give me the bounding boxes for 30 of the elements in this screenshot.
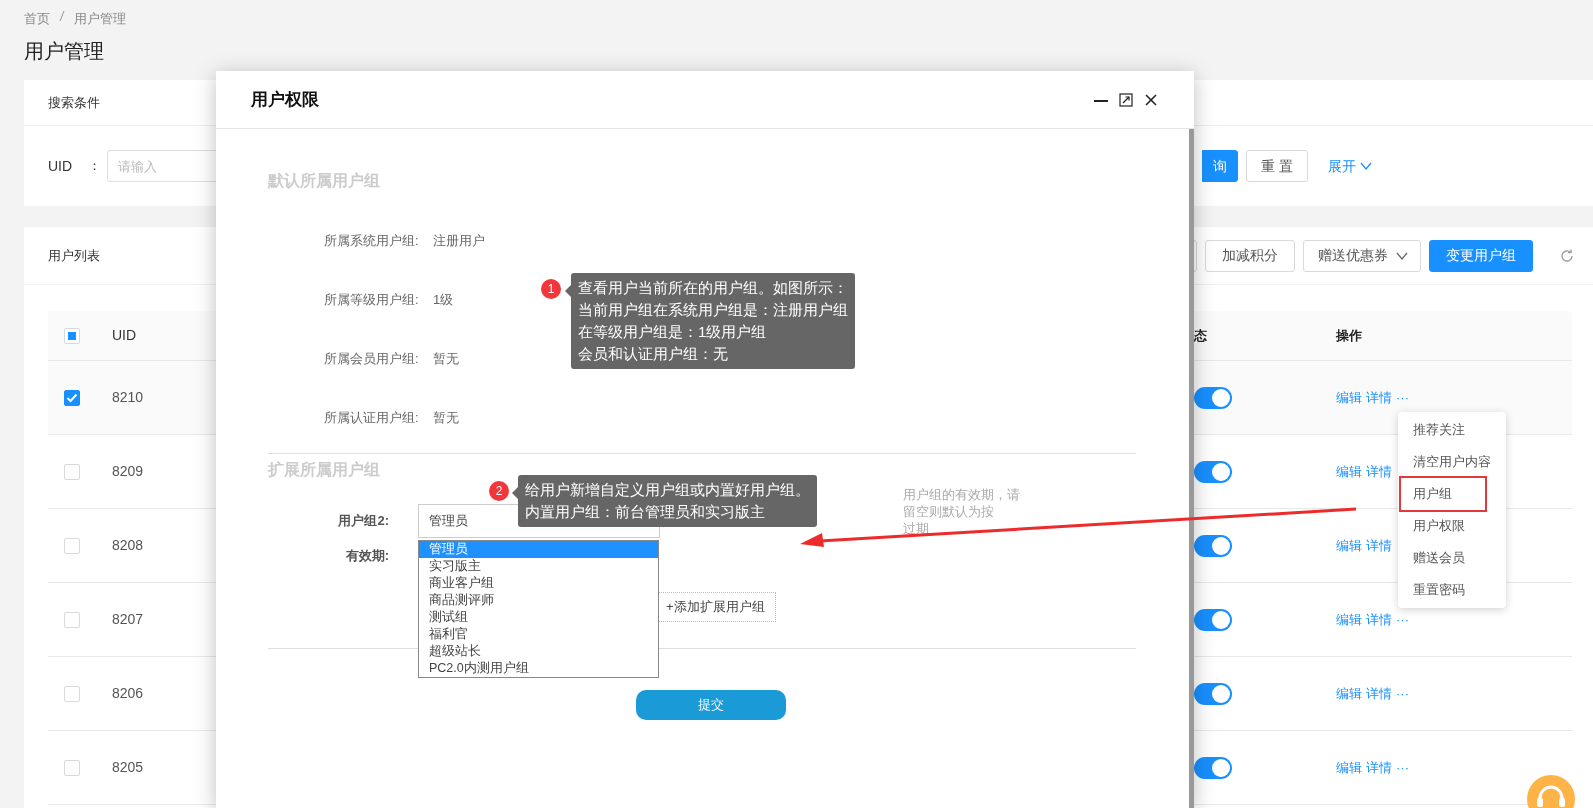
info-label: 所属认证用户组: [324, 408, 420, 427]
annotation-tooltip: 查看用户当前所在的用户组。如图所示： 当前用户组在系统用户组是：注册用户组 在等级用户组是：1级用户组 会员和认证用户组：无 [571, 273, 855, 369]
info-value: 1级 [433, 290, 454, 309]
uid-cell: 8210 [112, 389, 144, 405]
uid-cell: 8209 [112, 463, 144, 479]
info-value: 暂无 [433, 408, 459, 427]
page-title: 用户管理 [24, 39, 105, 64]
panel-title: 用户列表 [48, 246, 100, 265]
step-badge: 2 [489, 481, 509, 501]
column-header: 操作 [1336, 327, 1362, 343]
field-label: 有效期: [344, 547, 389, 565]
info-value: 注册用户 [433, 231, 485, 250]
modal-title: 用户权限 [251, 88, 320, 111]
uid-cell: 8206 [112, 685, 144, 701]
uid-cell: 8208 [112, 537, 144, 553]
uid-cell: 8205 [112, 759, 144, 775]
uid-cell: 8207 [112, 611, 144, 627]
annotation-tooltip: 给用户新增自定义用户组或内置好用户组。 内置用户组：前台管理员和实习版主 [518, 475, 817, 527]
info-value: 暂无 [433, 349, 459, 368]
info-label: 所属系统用户组: [324, 231, 420, 250]
info-label: 所属等级用户组: [324, 290, 420, 309]
panel-title: 搜索条件 [48, 93, 100, 112]
field-colon: ： [88, 157, 102, 176]
field-label: 用户组2: [337, 512, 389, 531]
field-label: UID [48, 156, 73, 176]
column-header: 态 [1194, 327, 1207, 343]
hint-text: 用户组的有效期，请 留空则默认为按 过期 [903, 486, 1020, 537]
info-label: 所属会员用户组: [324, 349, 420, 368]
column-header: UID [112, 327, 137, 343]
step-badge: 1 [541, 279, 561, 299]
